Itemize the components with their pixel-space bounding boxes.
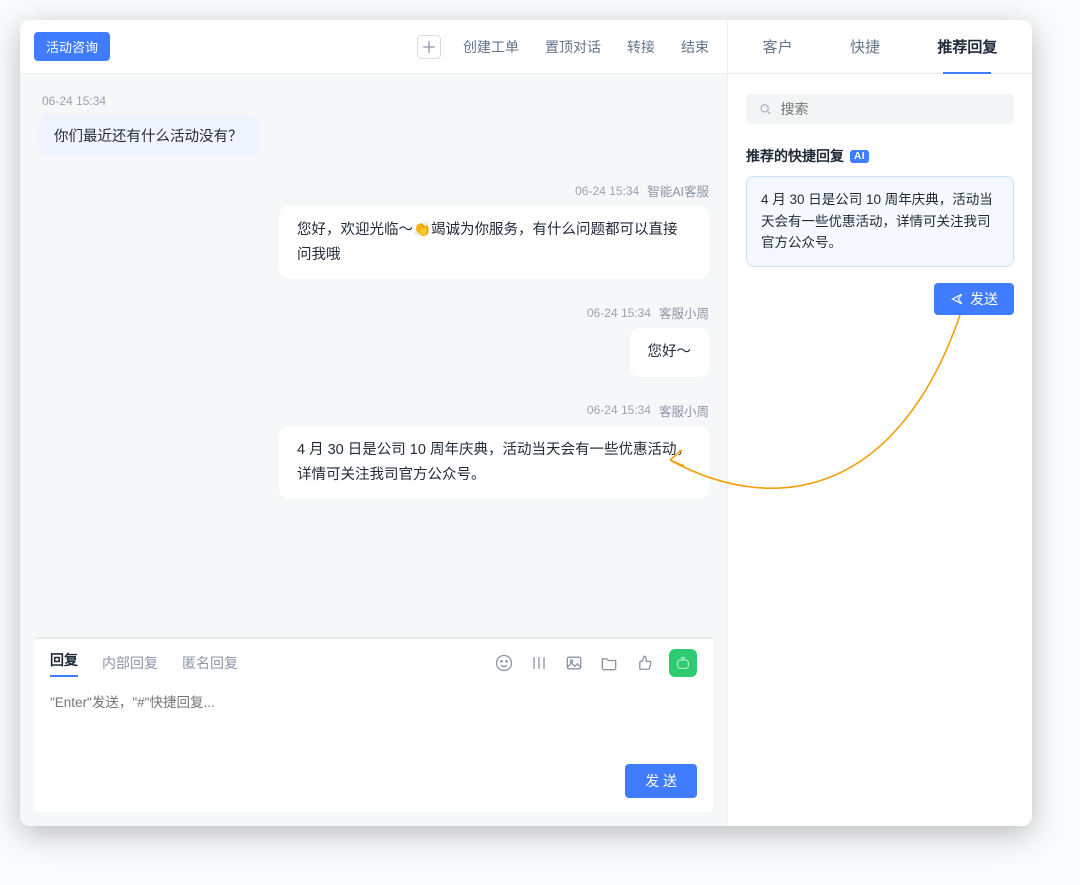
send-button[interactable]: 发 送 bbox=[625, 764, 697, 798]
side-send-button[interactable]: 发送 bbox=[934, 283, 1014, 315]
agent-message: 您好～ bbox=[630, 328, 710, 377]
message-time: 06-24 15:34 bbox=[587, 403, 651, 417]
customer-message: 你们最近还有什么活动没有？ bbox=[38, 114, 259, 157]
side-tab-quick[interactable]: 快捷 bbox=[846, 20, 884, 73]
message-sender: 智能AI客服 bbox=[647, 181, 709, 200]
side-tab-suggest[interactable]: 推荐回复 bbox=[933, 20, 1001, 73]
side-heading-text: 推荐的快捷回复 bbox=[746, 146, 844, 166]
image-icon[interactable] bbox=[564, 653, 584, 673]
end-link[interactable]: 结束 bbox=[681, 37, 709, 57]
bars-icon[interactable] bbox=[529, 653, 549, 673]
add-button[interactable] bbox=[417, 35, 441, 59]
message-time: 06-24 15:34 bbox=[587, 306, 651, 320]
reply-tab-internal[interactable]: 内部回复 bbox=[102, 653, 158, 673]
ai-robot-button[interactable] bbox=[669, 649, 697, 677]
suggestion-card[interactable]: 4 月 30 日是公司 10 周年庆典，活动当天会有一些优惠活动，详情可关注我司… bbox=[746, 176, 1014, 267]
create-ticket-link[interactable]: 创建工单 bbox=[463, 37, 519, 57]
search-icon bbox=[758, 101, 773, 117]
chat-tag: 活动咨询 bbox=[34, 32, 110, 61]
side-tabs: 客户 快捷 推荐回复 bbox=[728, 20, 1032, 74]
agent-message: 4 月 30 日是公司 10 周年庆典，活动当天会有一些优惠活动，详情可关注我司… bbox=[279, 426, 709, 499]
side-send-label: 发送 bbox=[970, 289, 998, 309]
reply-box: 回复 内部回复 匿名回复 发 送 bbox=[34, 637, 713, 812]
side-tab-customer[interactable]: 客户 bbox=[759, 20, 797, 73]
search-wrap[interactable] bbox=[746, 94, 1014, 124]
reply-tabs: 回复 内部回复 匿名回复 bbox=[34, 639, 713, 685]
message-time: 06-24 15:34 bbox=[575, 184, 639, 198]
side-content: 推荐的快捷回复 AI 4 月 30 日是公司 10 周年庆典，活动当天会有一些优… bbox=[728, 74, 1032, 826]
plus-icon bbox=[419, 37, 439, 57]
reply-input[interactable] bbox=[50, 691, 697, 751]
transfer-link[interactable]: 转接 bbox=[627, 37, 655, 57]
message-meta: 06-24 15:34 客服小周 bbox=[38, 303, 709, 322]
chat-body[interactable]: 06-24 15:34 你们最近还有什么活动没有？ 06-24 15:34 智能… bbox=[20, 74, 727, 637]
side-heading: 推荐的快捷回复 AI bbox=[746, 146, 1014, 166]
ai-badge: AI bbox=[850, 150, 869, 163]
agent-message: 您好，欢迎光临～👏竭诚为你服务，有什么问题都可以直接问我哦 bbox=[279, 206, 709, 279]
chat-panel: 活动咨询 创建工单 置顶对话 转接 结束 06-24 15:34 你们最近还有什… bbox=[20, 20, 727, 826]
thumbs-up-icon[interactable] bbox=[634, 653, 654, 673]
message-time: 06-24 15:34 bbox=[42, 94, 709, 108]
message-sender: 客服小周 bbox=[659, 401, 709, 420]
send-icon bbox=[950, 292, 964, 306]
robot-icon bbox=[674, 654, 692, 672]
reply-tab-anon[interactable]: 匿名回复 bbox=[182, 653, 238, 673]
emoji-icon[interactable] bbox=[494, 653, 514, 673]
reply-tab-reply[interactable]: 回复 bbox=[50, 650, 78, 677]
message-sender: 客服小周 bbox=[659, 303, 709, 322]
message-meta: 06-24 15:34 智能AI客服 bbox=[38, 181, 709, 200]
message-meta: 06-24 15:34 客服小周 bbox=[38, 401, 709, 420]
folder-icon[interactable] bbox=[599, 653, 619, 673]
app-window: 活动咨询 创建工单 置顶对话 转接 结束 06-24 15:34 你们最近还有什… bbox=[20, 20, 1032, 826]
chat-header: 活动咨询 创建工单 置顶对话 转接 结束 bbox=[20, 20, 727, 74]
side-panel: 客户 快捷 推荐回复 推荐的快捷回复 AI 4 月 30 日是公司 10 周年庆… bbox=[727, 20, 1032, 826]
pin-chat-link[interactable]: 置顶对话 bbox=[545, 37, 601, 57]
search-input[interactable] bbox=[781, 101, 1002, 117]
